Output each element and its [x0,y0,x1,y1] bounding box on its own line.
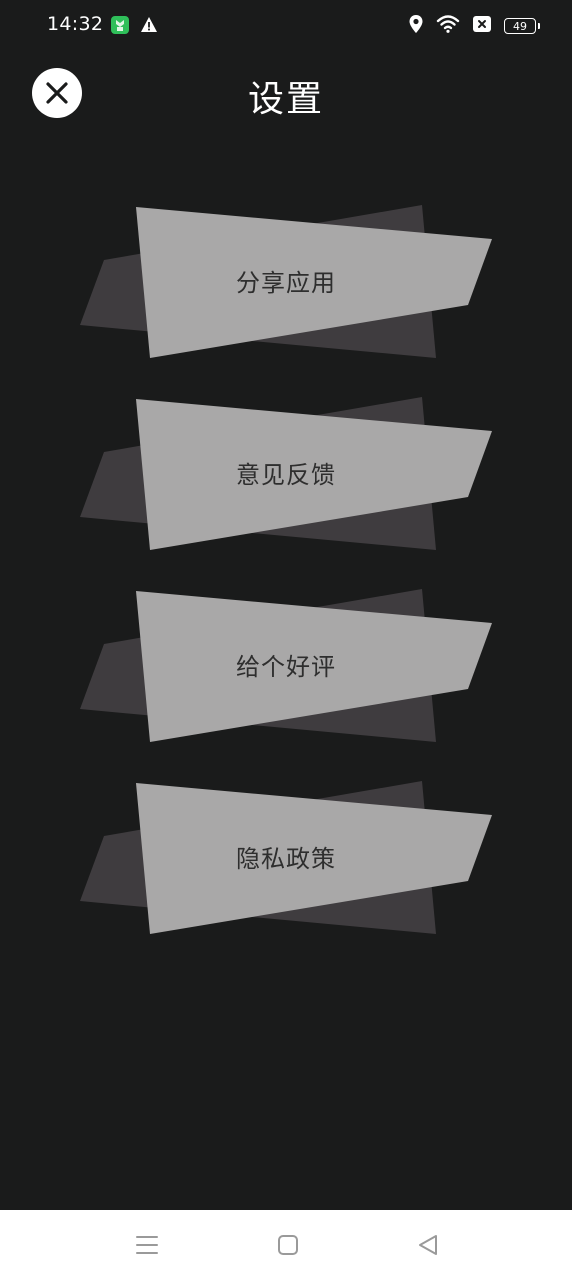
menu-item-share[interactable]: 分享应用 [78,205,494,361]
wifi-icon [436,14,460,38]
menu-item-label: 意见反馈 [236,460,336,489]
status-left-icons [110,15,158,39]
menu-item-label: 给个好评 [236,652,336,681]
menu-item-privacy[interactable]: 隐私政策 [78,781,494,937]
menu-item-rate[interactable]: 给个好评 [78,589,494,745]
settings-screen: 14:32 49 设置 分享应用 意见反馈 给个好评 隐私政策 [0,0,572,1280]
menu-item-label: 分享应用 [236,268,336,297]
status-bar: 14:32 49 [0,0,572,52]
navigation-bar [0,1210,572,1280]
battery-icon: 49 [504,18,540,34]
warning-icon [140,16,158,38]
location-icon [408,14,424,38]
home-icon [278,1235,298,1255]
battery-level: 49 [513,19,527,33]
app-notification-icon [110,15,130,39]
menu-icon [136,1236,158,1254]
status-right-icons: 49 [408,14,540,38]
sim-off-icon [472,15,492,37]
back-button[interactable] [413,1230,443,1260]
back-icon [419,1235,437,1255]
recent-apps-button[interactable] [132,1230,162,1260]
menu-item-label: 隐私政策 [236,844,336,873]
status-time: 14:32 [47,13,104,35]
menu-item-feedback[interactable]: 意见反馈 [78,397,494,553]
home-button[interactable] [273,1230,303,1260]
page-title: 设置 [247,79,324,120]
